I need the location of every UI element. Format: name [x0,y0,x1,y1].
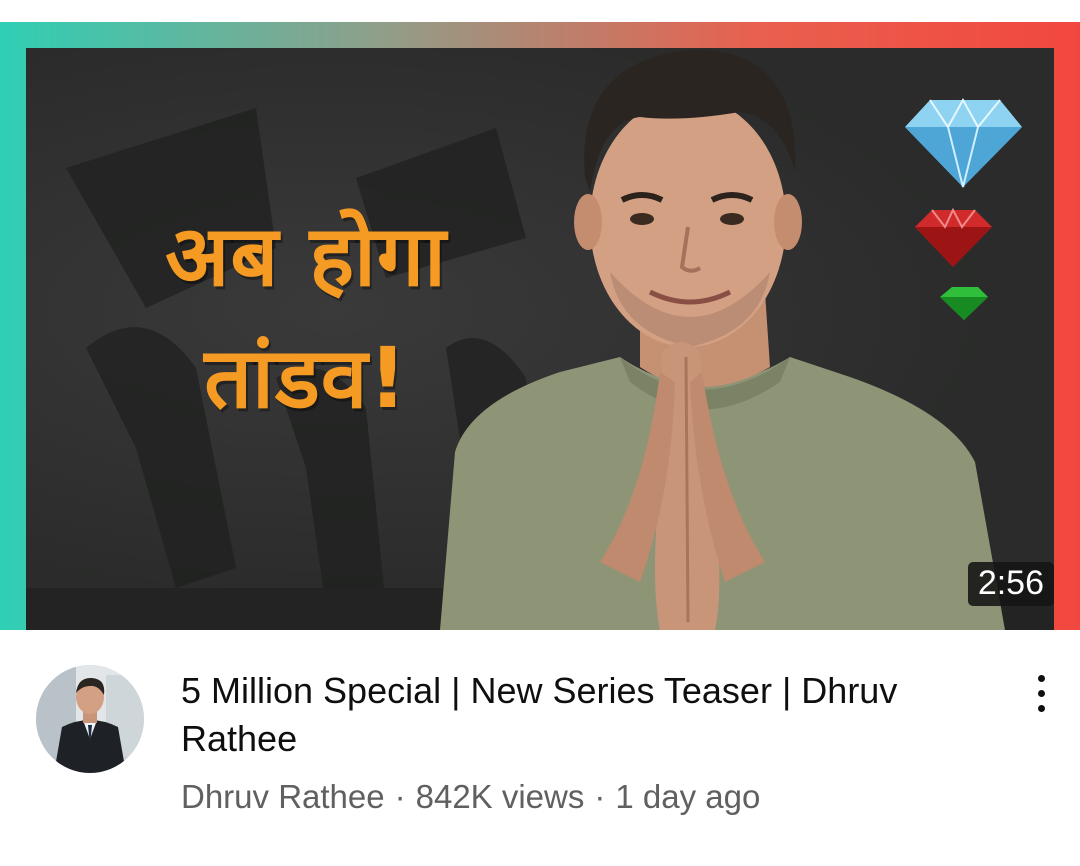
video-thumbnail[interactable]: अब होगा तांडव! 2:56 [0,22,1080,630]
video-metadata: Dhruv Rathee · 842K views · 1 day ago [181,776,760,818]
video-title[interactable]: 5 Million Special | New Series Teaser | … [181,667,941,763]
upload-age: 1 day ago [615,778,761,815]
ruby-icon [915,207,992,267]
view-count: 842K views [415,778,585,815]
channel-name[interactable]: Dhruv Rathee [181,778,385,815]
meta-separator: · [594,778,606,815]
duration-badge: 2:56 [967,562,1054,606]
more-vert-icon[interactable] [1018,670,1064,716]
avatar-image [36,665,144,773]
meta-separator: · [394,778,406,815]
gems-decoration [905,97,1022,320]
channel-avatar[interactable] [36,665,144,773]
video-card: अब होगा तांडव! 2:56 5 Million Special | … [0,0,1080,866]
diamond-icon [905,97,1022,188]
emerald-icon [940,287,988,320]
